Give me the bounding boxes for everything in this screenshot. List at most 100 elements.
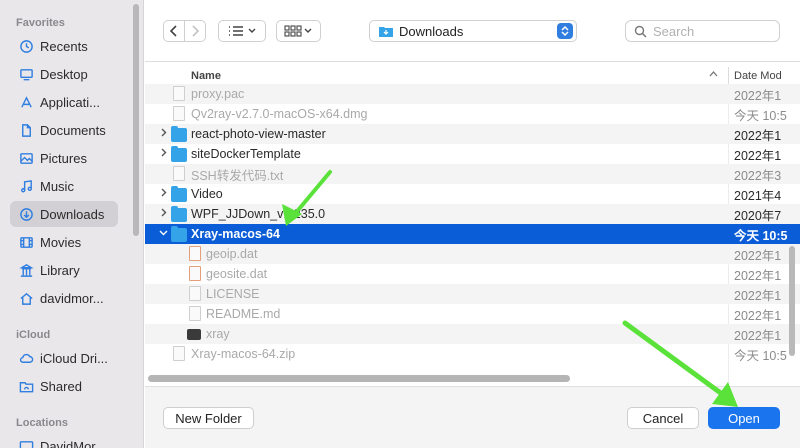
file-name: Qv2ray-v2.7.0-macOS-x64.dmg xyxy=(191,107,368,121)
folder-icon xyxy=(171,186,187,202)
location-label: Downloads xyxy=(399,23,464,39)
file-row[interactable]: react-photo-view-master 2022年1 xyxy=(145,124,800,144)
file-row[interactable]: Xray-macos-64 今天 10:5 xyxy=(145,224,800,244)
sidebar-section-locations: Locations xyxy=(16,417,68,429)
location-dropdown[interactable]: Downloads xyxy=(369,20,577,42)
sidebar-item-applicati[interactable]: Applicati... xyxy=(10,89,118,115)
file-row[interactable]: siteDockerTemplate 2022年1 xyxy=(145,144,800,164)
file-name: geoip.dat xyxy=(206,247,258,261)
zip-archive-icon xyxy=(173,346,185,361)
sidebar-item-recents[interactable]: Recents xyxy=(10,33,118,59)
disk-image-icon xyxy=(173,106,185,121)
data-file-icon xyxy=(189,246,201,261)
new-folder-button[interactable]: New Folder xyxy=(163,407,254,429)
sidebar-section-favorites: Favorites xyxy=(16,17,65,29)
sidebar-item-davidmor[interactable]: davidmor... xyxy=(10,285,118,311)
sidebar-item-library[interactable]: Library xyxy=(10,257,118,283)
file-row[interactable]: Video 2021年4 xyxy=(145,184,800,204)
sidebar-item-label: Documents xyxy=(40,122,106,138)
sidebar-item-icloud-dri[interactable]: iCloud Dri... xyxy=(10,345,118,371)
sidebar-item-shared[interactable]: Shared xyxy=(10,373,118,399)
sidebar-item-label: Desktop xyxy=(40,66,88,82)
list-view-icon xyxy=(229,26,256,36)
sidebar-item-documents[interactable]: Documents xyxy=(10,117,118,143)
file-date-modified: 2022年1 xyxy=(734,308,782,323)
file-row[interactable]: xray 2022年1 xyxy=(145,324,800,344)
sidebar-item-label: Downloads xyxy=(40,206,105,222)
sidebar-item-label: davidmor... xyxy=(40,290,104,306)
column-divider[interactable] xyxy=(728,67,729,85)
disclosure-expanded-icon[interactable] xyxy=(158,228,168,240)
file-row[interactable]: README.md 2022年1 xyxy=(145,304,800,324)
file-date-modified: 2022年3 xyxy=(734,168,782,183)
file-name: LICENSE xyxy=(206,287,260,301)
file-date-modified: 2022年1 xyxy=(734,128,782,143)
file-name: geosite.dat xyxy=(206,267,268,281)
sidebar-item-movies[interactable]: Movies xyxy=(10,229,118,255)
disclosure-collapsed-icon[interactable] xyxy=(158,148,168,160)
search-input[interactable] xyxy=(653,23,773,39)
back-button[interactable] xyxy=(163,20,185,42)
shared-folder-icon xyxy=(18,378,34,394)
document-icon xyxy=(173,166,185,181)
file-name: Xray-macos-64 xyxy=(191,227,280,241)
chevron-right-icon xyxy=(192,25,200,37)
disclosure-collapsed-icon[interactable] xyxy=(158,188,168,200)
desktop-icon xyxy=(18,66,34,82)
downloads-folder-icon xyxy=(379,27,393,37)
list-view-button[interactable] xyxy=(218,20,266,42)
cancel-button[interactable]: Cancel xyxy=(627,407,699,429)
library-icon xyxy=(18,262,34,278)
home-icon xyxy=(18,290,34,306)
forward-button[interactable] xyxy=(184,20,206,42)
search-icon xyxy=(634,25,647,38)
disclosure-collapsed-icon[interactable] xyxy=(158,208,168,220)
sidebar: Favorites Recents Desktop Applicati... Docu… xyxy=(0,0,144,448)
file-date-modified: 2022年1 xyxy=(734,148,782,163)
file-name: xray xyxy=(206,327,230,341)
file-date-modified: 2022年1 xyxy=(734,268,782,283)
document-icon xyxy=(189,286,201,301)
file-row[interactable]: proxy.pac 2022年1 xyxy=(145,84,800,104)
horizontal-scrollbar[interactable] xyxy=(148,375,570,382)
column-header-name[interactable]: Name xyxy=(191,70,221,82)
sidebar-item-label: Movies xyxy=(40,234,82,250)
toolbar: Downloads xyxy=(145,0,800,62)
icon-view-button[interactable] xyxy=(276,20,321,42)
vertical-scrollbar[interactable] xyxy=(789,246,795,356)
sidebar-item-label: Recents xyxy=(40,38,88,54)
dialog-footer: New Folder Cancel Open xyxy=(145,386,800,448)
sidebar-item-davidmor[interactable]: DavidMor... xyxy=(10,433,118,448)
file-row[interactable]: LICENSE 2022年1 xyxy=(145,284,800,304)
sidebar-item-downloads[interactable]: Downloads xyxy=(10,201,118,227)
sidebar-item-desktop[interactable]: Desktop xyxy=(10,61,118,87)
sidebar-item-music[interactable]: Music xyxy=(10,173,118,199)
music-icon xyxy=(18,178,34,194)
file-name: WPF_JJDown_v1.235.0 xyxy=(191,207,326,221)
sidebar-item-label: DavidMor... xyxy=(40,438,106,448)
movies-icon xyxy=(18,234,34,250)
file-row[interactable]: geoip.dat 2022年1 xyxy=(145,244,800,264)
file-row[interactable]: WPF_JJDown_v1.235.0 2020年7 xyxy=(145,204,800,224)
grid-view-icon xyxy=(283,25,311,37)
file-row[interactable]: geosite.dat 2022年1 xyxy=(145,264,800,284)
column-header-date-modified[interactable]: Date Mod xyxy=(734,70,782,82)
file-date-modified: 2022年1 xyxy=(734,328,782,343)
sidebar-scrollbar[interactable] xyxy=(133,4,139,236)
applications-icon xyxy=(18,94,34,110)
file-date-modified: 2021年4 xyxy=(734,188,782,203)
download-icon xyxy=(18,206,34,222)
folder-icon xyxy=(171,226,187,242)
disclosure-collapsed-icon[interactable] xyxy=(158,128,168,140)
file-row[interactable]: Xray-macos-64.zip 今天 10:5 xyxy=(145,344,800,364)
search-field[interactable] xyxy=(625,20,780,42)
sidebar-section-icloud: iCloud xyxy=(16,329,51,341)
sidebar-item-pictures[interactable]: Pictures xyxy=(10,145,118,171)
file-row[interactable]: SSH转发代码.txt 2022年3 xyxy=(145,164,800,184)
open-button[interactable]: Open xyxy=(708,407,780,429)
file-rows: proxy.pac 2022年1 Qv2ray-v2.7.0-macOS-x64.d… xyxy=(145,84,800,386)
computer-icon xyxy=(18,438,34,448)
file-row[interactable]: Qv2ray-v2.7.0-macOS-x64.dmg 今天 10:5 xyxy=(145,104,800,124)
file-list: Name Date Mod proxy.pac 2022年1 Qv2ray-v2.7… xyxy=(145,63,800,386)
document-icon xyxy=(18,122,34,138)
